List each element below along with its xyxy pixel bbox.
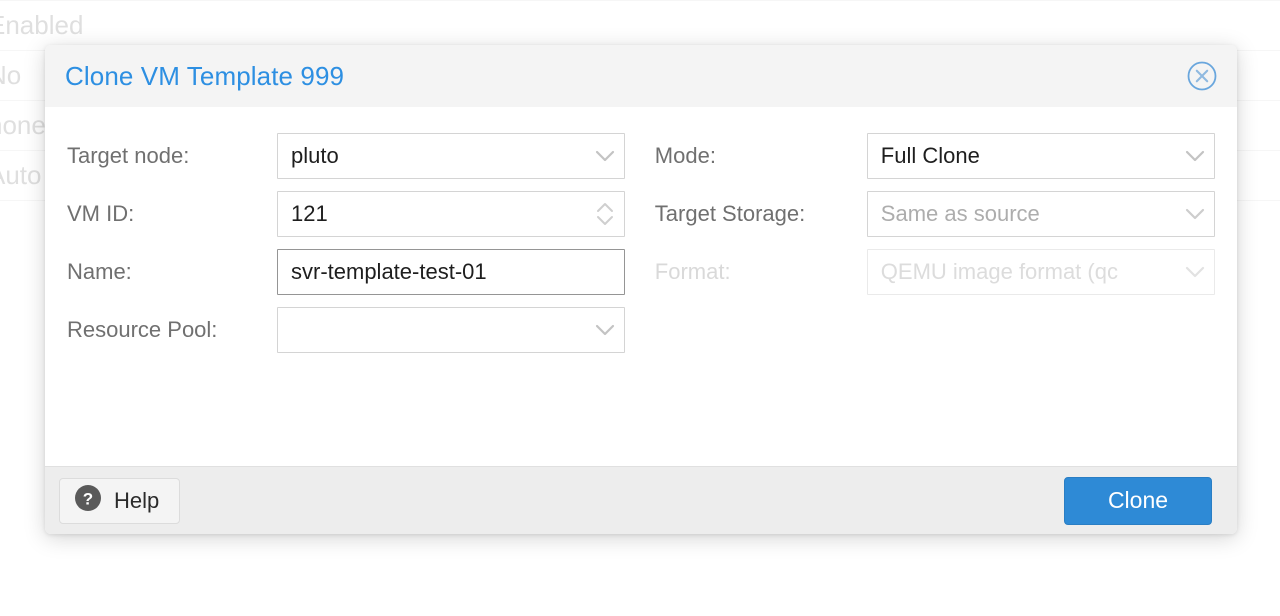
help-button[interactable]: ? Help — [59, 478, 180, 524]
form-column-right: Mode: Full Clone Target Storage: Same as — [641, 127, 1217, 359]
dialog-body: Target node: pluto VM ID: 121 — [45, 107, 1237, 466]
form-row-mode: Mode: Full Clone — [655, 127, 1217, 185]
form-row-vm-id: VM ID: 121 — [67, 185, 641, 243]
format-label: Format: — [655, 259, 867, 285]
form-row-format: Format: QEMU image format (qc — [655, 243, 1217, 301]
chevron-down-icon — [1178, 266, 1212, 279]
clone-button[interactable]: Clone — [1064, 477, 1212, 525]
target-node-label: Target node: — [67, 143, 277, 169]
vm-id-label: VM ID: — [67, 201, 277, 227]
resource-pool-select[interactable] — [277, 307, 625, 353]
name-field[interactable]: svr-template-test-01 — [277, 249, 625, 295]
svg-text:?: ? — [83, 490, 93, 509]
chevron-down-icon — [588, 150, 622, 163]
target-storage-value: Same as source — [868, 201, 1178, 227]
vm-id-value: 121 — [278, 201, 588, 227]
mode-label: Mode: — [655, 143, 867, 169]
target-storage-label: Target Storage: — [655, 201, 867, 227]
form-column-left: Target node: pluto VM ID: 121 — [65, 127, 641, 359]
format-select: QEMU image format (qc — [867, 249, 1215, 295]
target-storage-select[interactable]: Same as source — [867, 191, 1215, 237]
target-node-value: pluto — [278, 143, 588, 169]
close-circle-icon[interactable] — [1185, 59, 1219, 93]
form-row-target-storage: Target Storage: Same as source — [655, 185, 1217, 243]
dialog-footer: ? Help Clone — [45, 466, 1237, 534]
mode-value: Full Clone — [868, 143, 1178, 169]
question-mark-circle-icon: ? — [74, 484, 102, 517]
dialog-header: Clone VM Template 999 — [45, 45, 1237, 107]
help-label: Help — [114, 488, 159, 514]
format-value: QEMU image format (qc — [868, 259, 1178, 285]
chevron-down-icon — [588, 324, 622, 337]
vm-id-input[interactable]: 121 — [277, 191, 625, 237]
form-row-resource-pool: Resource Pool: — [67, 301, 641, 359]
name-label: Name: — [67, 259, 277, 285]
chevron-down-icon — [1178, 150, 1212, 163]
mode-select[interactable]: Full Clone — [867, 133, 1215, 179]
name-value: svr-template-test-01 — [278, 259, 624, 285]
dialog-title: Clone VM Template 999 — [65, 61, 344, 92]
form-row-name: Name: svr-template-test-01 — [67, 243, 641, 301]
clone-vm-template-dialog: Clone VM Template 999 Target node: pluto — [45, 45, 1237, 534]
resource-pool-label: Resource Pool: — [67, 317, 277, 343]
quantity-stepper[interactable] — [588, 201, 622, 227]
chevron-down-icon — [1178, 208, 1212, 221]
form-row-target-node: Target node: pluto — [67, 127, 641, 185]
target-node-select[interactable]: pluto — [277, 133, 625, 179]
